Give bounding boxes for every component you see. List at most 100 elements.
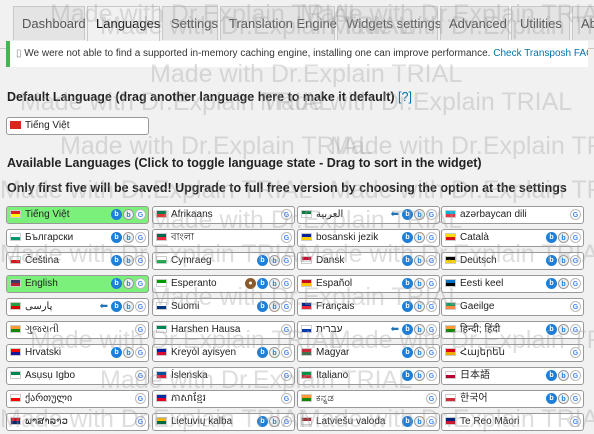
bing-alt-icon: b: [558, 232, 569, 243]
engine-icons: ⬅ b b G: [391, 323, 437, 337]
bing-icon: b: [402, 301, 413, 312]
language-item[interactable]: azərbaycan dili G: [441, 206, 584, 224]
language-item[interactable]: English b b G: [6, 275, 149, 293]
google-icon: G: [570, 209, 581, 220]
language-item[interactable]: हिन्दी; हिंदी b b G: [441, 321, 584, 339]
help-link[interactable]: [?]: [398, 90, 412, 104]
tab-translation-engines[interactable]: Translation Engines: [220, 6, 343, 40]
bing-icon: b: [111, 255, 122, 266]
language-item[interactable]: ქართული G: [6, 390, 149, 408]
language-item[interactable]: 한국어 b b G: [441, 390, 584, 408]
flag-icon: [156, 325, 167, 333]
language-item[interactable]: Tiếng Việt b b G: [6, 206, 149, 224]
flag-icon: [156, 302, 167, 310]
google-icon: G: [570, 347, 581, 358]
language-item[interactable]: Français b b G: [297, 298, 440, 316]
language-item[interactable]: ភាសាខ្មែរ G: [152, 390, 295, 408]
language-item[interactable]: Български b b G: [6, 229, 149, 247]
language-item[interactable]: Հայերեն G: [441, 344, 584, 362]
language-name: Български: [25, 232, 74, 243]
engine-icons: G: [280, 231, 292, 245]
language-item[interactable]: Esperanto ● b b G: [152, 275, 295, 293]
google-icon: G: [570, 324, 581, 335]
bing-alt-icon: b: [414, 232, 425, 243]
language-item[interactable]: Íslenska G: [152, 367, 295, 385]
default-language-slot[interactable]: Tiếng Việt: [6, 117, 149, 135]
language-item[interactable]: Dansk b b G: [297, 252, 440, 270]
google-icon: G: [135, 324, 146, 335]
engine-icons: bbG: [110, 346, 146, 360]
language-item[interactable]: ພາສາລາວ G: [6, 413, 149, 431]
language-item[interactable]: العربية ⬅ b b G: [297, 206, 440, 224]
language-name: Dansk: [316, 255, 345, 266]
language-item[interactable]: Suomi b b G: [152, 298, 295, 316]
language-item[interactable]: bosanski jezik b b G: [297, 229, 440, 247]
language-item[interactable]: Lietuvių kalba b b G: [152, 413, 295, 431]
tab-widgets-settings[interactable]: Widgets settings: [337, 6, 441, 40]
bing-alt-icon: b: [123, 301, 134, 312]
language-name: Français: [316, 301, 355, 312]
language-item[interactable]: Español b b G: [297, 275, 440, 293]
flag-icon: [445, 417, 456, 425]
flag-icon: [156, 279, 167, 287]
language-name: Español: [316, 278, 353, 289]
tab-advanced[interactable]: Advanced: [440, 6, 509, 40]
language-item[interactable]: ગુજરાતી G: [6, 321, 149, 339]
language-item[interactable]: বাংলা G: [152, 229, 295, 247]
default-language-title: Default Language (drag another language …: [7, 90, 395, 104]
google-icon: G: [570, 393, 581, 404]
language-name: Kreyòl ayisyen: [171, 347, 237, 358]
language-item[interactable]: עברית ⬅ b b G: [297, 321, 440, 339]
engine-icons: G: [569, 346, 581, 360]
engine-icons: bbG: [110, 277, 146, 291]
default-language-heading: Default Language (drag another language …: [7, 90, 412, 104]
language-name: Català: [460, 232, 489, 243]
bing-icon: b: [546, 393, 557, 404]
language-name: Հայերեն: [460, 347, 505, 358]
language-item[interactable]: Latviešu valoda b b G: [297, 413, 440, 431]
engine-icons: G: [280, 369, 292, 383]
engine-icons: bbG: [401, 369, 437, 383]
bing-alt-icon: b: [414, 301, 425, 312]
language-item[interactable]: Magyar b b G: [297, 344, 440, 362]
language-item[interactable]: Asụsụ Igbo G: [6, 367, 149, 385]
engine-icons: G: [569, 208, 581, 222]
language-item[interactable]: Eesti keel b b G: [441, 275, 584, 293]
language-item[interactable]: Deutsch b b G: [441, 252, 584, 270]
language-name: Latviešu valoda: [316, 416, 386, 427]
engine-icons: bbG: [256, 346, 292, 360]
language-item[interactable]: پارسی ⬅ b b G: [6, 298, 149, 316]
language-item[interactable]: Harshen Hausa G: [152, 321, 295, 339]
language-item[interactable]: Gaeilge G: [441, 298, 584, 316]
language-item[interactable]: Čeština b b G: [6, 252, 149, 270]
language-item[interactable]: Cymraeg b b G: [152, 252, 295, 270]
language-name: Eesti keel: [460, 278, 504, 289]
flag-icon: [301, 210, 312, 218]
flag-icon: [156, 348, 167, 356]
language-item[interactable]: Te Reo Māori G: [441, 413, 584, 431]
faq-link[interactable]: Check Transposh FAQs: [493, 48, 588, 59]
language-item[interactable]: ಕನ್ನಡ G: [297, 390, 440, 408]
bing-icon: b: [546, 255, 557, 266]
language-item[interactable]: Afrikaans G: [152, 206, 295, 224]
google-icon: G: [135, 347, 146, 358]
google-icon: G: [135, 301, 146, 312]
language-item[interactable]: Kreyòl ayisyen b b G: [152, 344, 295, 362]
language-name: Esperanto: [171, 278, 217, 289]
tab-dashboard[interactable]: Dashboard: [13, 6, 86, 40]
language-item[interactable]: 日本語 b b G: [441, 367, 584, 385]
flag-icon: [301, 233, 312, 241]
language-item[interactable]: Italiano b b G: [297, 367, 440, 385]
tab-settings[interactable]: Settings: [162, 6, 218, 40]
language-name: ქართული: [25, 393, 73, 404]
bing-icon: b: [546, 232, 557, 243]
tab-utilities[interactable]: Utilities: [511, 6, 570, 40]
google-icon: G: [135, 416, 146, 427]
engine-icons: G: [280, 323, 292, 337]
language-item[interactable]: Hrvatski b b G: [6, 344, 149, 362]
tab-ab[interactable]: Ab: [572, 6, 594, 40]
google-icon: G: [281, 255, 292, 266]
rtl-arrow-icon: ⬅: [390, 209, 399, 220]
language-item[interactable]: Català b b G: [441, 229, 584, 247]
bing-alt-icon: b: [269, 278, 280, 289]
